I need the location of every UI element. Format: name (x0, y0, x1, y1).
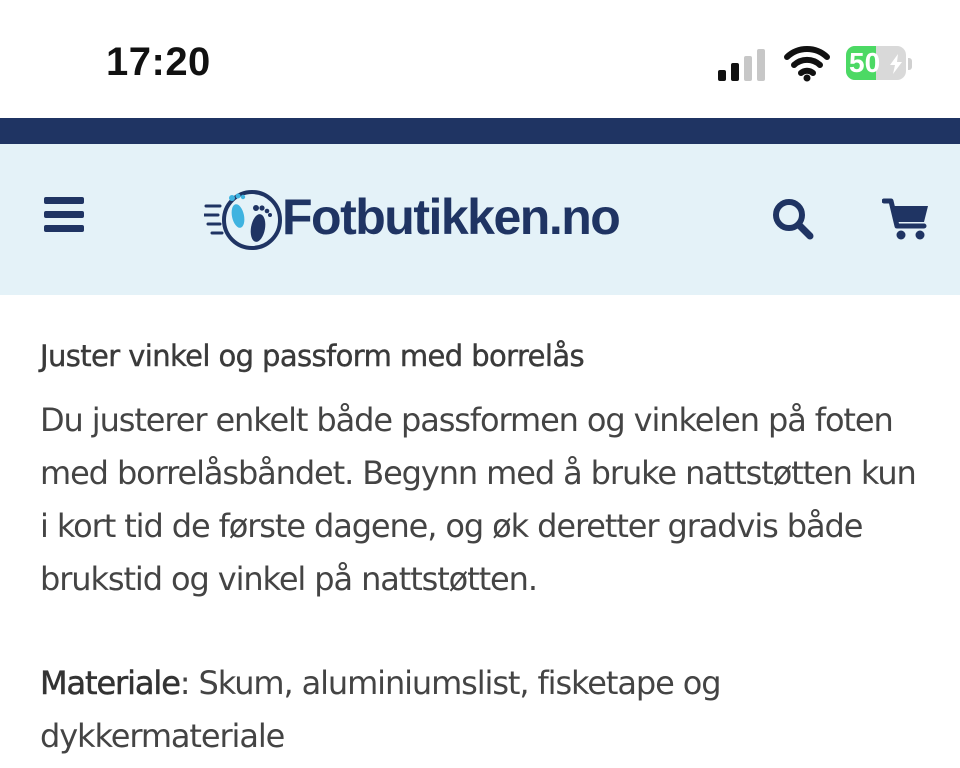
section-heading: Juster vinkel og passform med borrelås (40, 339, 585, 373)
shopping-cart-icon[interactable] (881, 196, 932, 242)
site-header: Fotbutikken.no (0, 144, 960, 295)
logo-text: Fotbutikken.no (282, 189, 621, 245)
description-paragraph: Du justerer enkelt både passformen og vi… (40, 401, 917, 598)
battery-percent: 50 (849, 47, 881, 78)
feet-logo-icon (202, 184, 282, 260)
hamburger-menu-icon[interactable] (38, 192, 90, 236)
top-stripe (0, 118, 960, 144)
material-label: Materiale (40, 664, 181, 703)
site-logo[interactable]: Fotbutikken.no (202, 182, 684, 262)
battery-body: 50 (846, 46, 906, 80)
battery-tip (908, 58, 912, 70)
product-description: Juster vinkel og passform med borrelås D… (40, 330, 940, 763)
status-bar: 17:20 50 (0, 0, 960, 118)
signal-icon (718, 48, 768, 86)
battery-icon: 50 (846, 46, 912, 82)
status-time: 17:20 (106, 40, 211, 84)
wifi-icon (784, 44, 830, 86)
charging-bolt-icon (890, 54, 902, 78)
material-paragraph: Materiale: Skum, aluminiumslist, fisketa… (40, 657, 930, 763)
search-icon[interactable] (770, 196, 816, 242)
